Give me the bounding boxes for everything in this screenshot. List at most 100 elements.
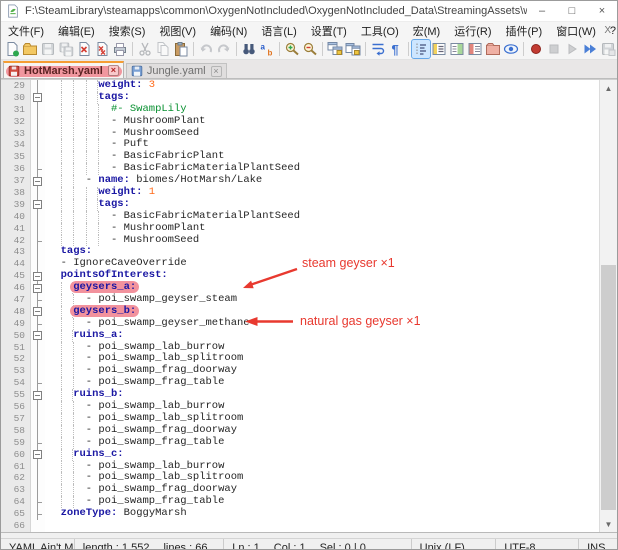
menu-item[interactable]: 设置(T) [304, 22, 354, 39]
line-number: 49 [1, 318, 31, 330]
line-number: 35 [1, 151, 31, 163]
code-line[interactable]: 32 - MushroomPlant [1, 116, 599, 128]
line-number: 60 [1, 449, 31, 461]
code-lines[interactable]: 29 weight: 330 tags:31 #- SwampLily32 - … [1, 80, 599, 532]
zoom-out-icon[interactable] [301, 40, 319, 58]
menu-item[interactable]: 语言(L) [254, 22, 303, 39]
fold-margin [31, 246, 45, 258]
sync-scroll-v-icon[interactable] [326, 40, 344, 58]
scrollbar-thumb[interactable] [601, 265, 616, 510]
menu-item[interactable]: 窗口(W) [549, 22, 603, 39]
replace-icon[interactable]: ab [258, 40, 276, 58]
line-number: 46 [1, 282, 31, 294]
fold-margin [31, 520, 45, 532]
line-number: 58 [1, 425, 31, 437]
record-macro-icon[interactable] [527, 40, 545, 58]
fold-margin [31, 163, 45, 175]
code-line[interactable]: 40 - BasicFabricMaterialPlantSeed [1, 211, 599, 223]
tab-bar: HotMarsh.yaml × Jungle.yaml × [1, 60, 617, 79]
menu-item[interactable]: 搜索(S) [102, 22, 153, 39]
status-cursor-position: Ln : 1 Col : 1 Sel : 0 | 0 [224, 539, 411, 550]
code-line[interactable]: 66 [1, 520, 599, 532]
fold-collapse-icon[interactable] [31, 389, 45, 401]
status-insert-mode: INS [579, 539, 611, 550]
fold-collapse-icon[interactable] [31, 282, 45, 294]
code-line[interactable]: 41 - MushroomPlant [1, 223, 599, 235]
open-folder-icon[interactable] [21, 40, 39, 58]
tab-label: HotMarsh.yaml [24, 65, 103, 77]
maximize-button[interactable]: □ [557, 1, 587, 21]
fold-collapse-icon[interactable] [31, 306, 45, 318]
resize-grip[interactable]: ◢ [611, 539, 617, 550]
doc-list-icon[interactable] [466, 40, 484, 58]
fold-collapse-icon[interactable] [31, 449, 45, 461]
code-line[interactable]: 65 zoneType: BoggyMarsh [1, 508, 599, 520]
close-all-icon[interactable] [93, 40, 111, 58]
fold-collapse-icon[interactable] [31, 92, 45, 104]
redo-icon [215, 40, 233, 58]
line-number: 34 [1, 139, 31, 151]
close-file-icon[interactable] [75, 40, 93, 58]
save-macro-icon [599, 40, 617, 58]
menu-item[interactable]: 插件(P) [499, 22, 550, 39]
line-number: 61 [1, 461, 31, 473]
toolbar-separator [236, 42, 237, 56]
tab-close-icon[interactable]: × [108, 65, 119, 76]
line-number: 50 [1, 330, 31, 342]
editor-pane: 29 weight: 330 tags:31 #- SwampLily32 - … [1, 79, 617, 532]
fold-collapse-icon[interactable] [31, 199, 45, 211]
menu-item[interactable]: 编辑(E) [51, 22, 102, 39]
fold-collapse-icon[interactable] [31, 330, 45, 342]
fold-margin [31, 235, 45, 247]
zoom-in-icon[interactable] [283, 40, 301, 58]
menu-item[interactable]: 运行(R) [447, 22, 498, 39]
code-line[interactable]: 31 #- SwampLily [1, 104, 599, 116]
fold-collapse-icon[interactable] [31, 175, 45, 187]
menu-item[interactable]: 文件(F) [1, 22, 51, 39]
fold-margin [31, 318, 45, 330]
line-number: 57 [1, 413, 31, 425]
tab-jungle-yaml[interactable]: Jungle.yaml × [126, 63, 227, 78]
code-text[interactable]: - poi_swamp_frag_table [45, 437, 224, 449]
line-number: 31 [1, 104, 31, 116]
menu-item[interactable]: 宏(M) [406, 22, 448, 39]
line-number: 64 [1, 496, 31, 508]
scroll-up-icon[interactable]: ▲ [600, 80, 617, 96]
tab-hotmarsh-yaml[interactable]: HotMarsh.yaml × [3, 61, 124, 78]
minimize-button[interactable]: – [527, 1, 557, 21]
word-wrap-icon[interactable] [369, 40, 387, 58]
print-icon[interactable] [111, 40, 129, 58]
status-length: length : 1,552 [83, 542, 150, 550]
fold-margin [31, 496, 45, 508]
fold-collapse-icon[interactable] [31, 270, 45, 282]
doc-map-icon[interactable] [448, 40, 466, 58]
line-number: 30 [1, 92, 31, 104]
fold-margin [31, 508, 45, 520]
code-text[interactable]: zoneType: BoggyMarsh [45, 508, 187, 520]
paste-icon[interactable] [172, 40, 190, 58]
vertical-scrollbar[interactable]: ▲ ▼ [599, 80, 617, 532]
folder-workspace-icon[interactable] [484, 40, 502, 58]
tab-close-icon[interactable]: × [211, 66, 222, 77]
function-list-icon[interactable] [430, 40, 448, 58]
play-macro-icon [563, 40, 581, 58]
run-macro-icon[interactable] [581, 40, 599, 58]
sync-scroll-h-icon[interactable] [344, 40, 362, 58]
menu-item[interactable]: 视图(V) [152, 22, 203, 39]
show-all-chars-icon[interactable]: ¶ [387, 40, 405, 58]
menu-item[interactable]: 编码(N) [203, 22, 254, 39]
indent-guide-icon[interactable] [412, 40, 430, 58]
close-button[interactable]: × [587, 1, 617, 21]
find-icon[interactable] [240, 40, 258, 58]
new-file-icon[interactable] [3, 40, 21, 58]
code-text[interactable] [45, 520, 48, 532]
doc-monitor-icon[interactable] [502, 40, 520, 58]
status-encoding: UTF-8 [496, 539, 579, 550]
toolbar-separator [322, 42, 323, 56]
fold-margin [31, 116, 45, 128]
menu-item[interactable]: 工具(O) [354, 22, 406, 39]
scroll-down-icon[interactable]: ▼ [600, 516, 617, 532]
menu-close-x-icon[interactable]: X [604, 22, 611, 39]
code-line[interactable]: 39 tags: [1, 199, 599, 211]
code-line[interactable]: 30 tags: [1, 92, 599, 104]
